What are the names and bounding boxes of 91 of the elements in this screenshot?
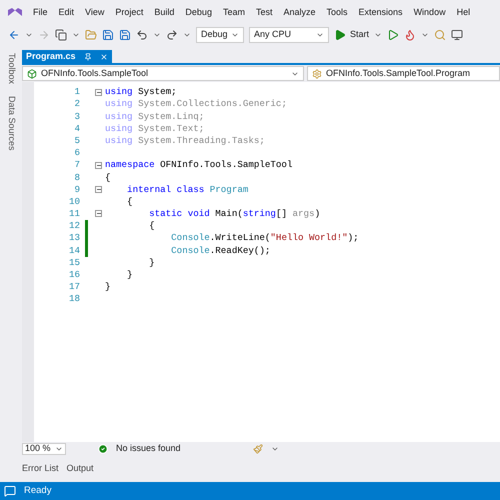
status-text: Ready xyxy=(24,484,52,498)
code-line: using System.Text; xyxy=(105,122,204,136)
play-outline-icon[interactable] xyxy=(387,29,400,41)
app-logo-icon xyxy=(8,6,22,18)
code-line: namespace OFNInfo.Tools.SampleTool xyxy=(105,158,292,172)
code-line: static void Main(string[] args) xyxy=(148,207,320,221)
check-icon xyxy=(98,444,108,454)
line-number: 18 xyxy=(68,292,80,306)
document-tab[interactable]: Program.cs xyxy=(22,50,112,63)
code-line: using System; xyxy=(105,85,177,99)
configuration-dropdown[interactable]: Debug xyxy=(196,27,244,43)
side-tab[interactable]: Toolbox xyxy=(4,53,18,84)
line-number: 13 xyxy=(68,231,80,246)
line-number: 9 xyxy=(73,182,80,196)
menu-item[interactable]: Window xyxy=(414,6,446,20)
window-icon[interactable] xyxy=(451,29,464,41)
close-icon[interactable] xyxy=(100,52,108,60)
code-line: { xyxy=(126,194,133,209)
fold-marker-icon[interactable] xyxy=(95,210,102,218)
line-number: 15 xyxy=(68,256,80,270)
type-dropdown[interactable]: OFNInfo.Tools.SampleTool.Program xyxy=(307,66,500,81)
project-dropdown[interactable]: OFNInfo.Tools.SampleTool xyxy=(22,66,304,81)
redo-icon[interactable] xyxy=(166,29,178,41)
menu-item[interactable]: Debug xyxy=(185,6,212,20)
gear-icon xyxy=(312,68,322,78)
cube-icon xyxy=(27,68,37,78)
line-number: 6 xyxy=(73,146,80,160)
code-line: { xyxy=(148,219,155,234)
caret-icon[interactable] xyxy=(421,31,430,39)
line-number: 16 xyxy=(68,268,80,282)
bottom-tab[interactable]: Error List xyxy=(22,462,59,476)
caret-icon[interactable] xyxy=(72,31,80,39)
caret-icon[interactable] xyxy=(231,31,239,39)
menu-item[interactable]: Hel xyxy=(456,6,470,20)
caret-icon xyxy=(55,445,63,453)
line-number: 7 xyxy=(73,158,80,172)
line-number: 3 xyxy=(73,110,80,124)
notification-icon[interactable] xyxy=(4,485,16,497)
play-icon xyxy=(334,29,346,41)
line-number: 12 xyxy=(68,219,80,234)
undo-icon[interactable] xyxy=(136,29,148,41)
back-icon[interactable] xyxy=(8,29,20,41)
menu-item[interactable]: Test xyxy=(256,6,272,20)
line-number: 1 xyxy=(73,85,80,99)
save-icon[interactable] xyxy=(102,29,114,41)
code-line: { xyxy=(105,170,111,184)
menu-item[interactable]: File xyxy=(33,6,48,20)
code-line: internal class Program xyxy=(126,182,248,196)
side-tab[interactable]: Data Sources xyxy=(4,96,18,151)
menu-item[interactable]: Analyze xyxy=(283,6,316,20)
code-line: Console.WriteLine("Hello World!"); xyxy=(170,231,359,246)
fold-marker-icon[interactable] xyxy=(95,186,102,194)
line-number: 2 xyxy=(73,97,80,112)
code-line: } xyxy=(105,280,111,294)
menu-item[interactable]: Project xyxy=(115,6,144,20)
caret-icon[interactable] xyxy=(183,31,191,39)
line-number: 11 xyxy=(68,207,80,221)
code-line: Console.ReadKey(); xyxy=(170,244,270,258)
menu-item[interactable]: View xyxy=(85,6,104,20)
new-item-icon[interactable] xyxy=(55,29,67,41)
line-number: 4 xyxy=(73,122,80,136)
line-number: 5 xyxy=(73,134,80,148)
caret-icon[interactable] xyxy=(316,31,324,39)
flame-icon[interactable] xyxy=(404,29,416,41)
menu-item[interactable]: Edit xyxy=(58,6,74,20)
save-all-icon[interactable] xyxy=(119,29,131,41)
code-line: } xyxy=(126,268,133,282)
line-number: 17 xyxy=(68,280,80,294)
pin-icon[interactable] xyxy=(84,52,92,60)
line-number: 14 xyxy=(68,244,80,258)
line-number: 10 xyxy=(68,194,80,209)
platform-dropdown[interactable]: Any CPU xyxy=(249,27,329,43)
zoom-dropdown[interactable]: 100 % xyxy=(22,443,66,455)
code-line: } xyxy=(148,256,155,270)
caret-icon[interactable] xyxy=(25,31,33,39)
menu-item[interactable]: Build xyxy=(154,6,174,20)
code-line: using System.Linq; xyxy=(105,110,204,124)
fold-marker-icon[interactable] xyxy=(95,162,102,169)
menu-item[interactable]: Tools xyxy=(326,6,348,20)
bottom-tab[interactable]: Output xyxy=(66,462,94,476)
code-line: using System.Threading.Tasks; xyxy=(105,134,265,148)
code-line: using System.Collections.Generic; xyxy=(105,97,287,112)
fold-marker-icon[interactable] xyxy=(95,88,102,96)
menu-item[interactable]: Extensions xyxy=(358,6,403,20)
issues-status[interactable]: No issues found xyxy=(116,442,181,456)
caret-icon[interactable] xyxy=(374,31,382,39)
menu-item[interactable]: Team xyxy=(222,6,245,20)
caret-icon[interactable] xyxy=(270,445,279,453)
line-number: 8 xyxy=(73,170,80,184)
start-button[interactable]: Start xyxy=(334,28,370,42)
caret-icon[interactable] xyxy=(153,31,161,39)
